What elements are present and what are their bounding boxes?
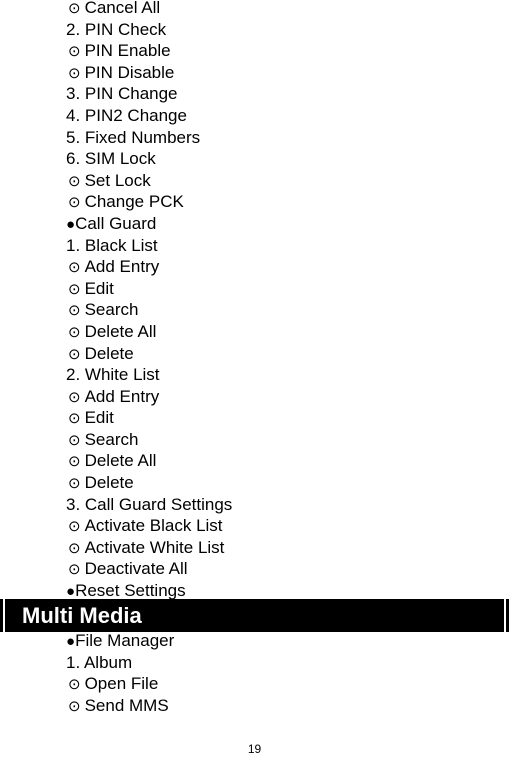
list-item-numbered: 1. Black List: [66, 235, 232, 257]
list-item-label: 2. White List: [66, 365, 160, 385]
circled-dot-icon: ⊙: [68, 431, 81, 449]
bullet-icon: ●: [66, 633, 76, 650]
circled-dot-icon: ⊙: [68, 518, 81, 536]
list-item-numbered: 3. PIN Change: [66, 83, 232, 105]
list-item-label: Edit: [84, 278, 114, 298]
circled-dot-icon: ⊙: [68, 475, 81, 493]
list-item-circle: ⊙ PIN Enable: [66, 40, 232, 62]
circled-dot-icon: ⊙: [68, 539, 81, 557]
list-item-label: Set Lock: [84, 170, 151, 190]
list-item-label: Delete: [84, 343, 134, 363]
list-item-label: Activate White List: [84, 537, 225, 557]
circled-dot-icon: ⊙: [68, 64, 81, 82]
list-item-circle: ⊙ Cancel All: [66, 0, 232, 19]
circled-dot-icon: ⊙: [68, 172, 81, 190]
page-number: 19: [247, 742, 262, 756]
list-item-label: Delete All: [84, 451, 157, 471]
list-item-label: Search: [84, 300, 139, 320]
list-item-numbered: 2. White List: [66, 364, 232, 386]
list-item-label: Search: [84, 429, 139, 449]
list-item-numbered: 5. Fixed Numbers: [66, 127, 232, 149]
list-item-label: Open File: [84, 674, 159, 694]
list-item-numbered: 4. PIN2 Change: [66, 105, 232, 127]
bullet-icon: ●: [66, 215, 76, 233]
menu-list-multimedia: ●File Manager 1. Album ⊙ Open File ⊙ Send MMS: [66, 630, 174, 716]
list-item-label: Delete: [84, 473, 134, 493]
list-item-label: PIN Enable: [84, 41, 171, 61]
list-item-label: Edit: [84, 408, 114, 428]
list-item-circle: ⊙ Activate White List: [66, 537, 232, 559]
list-item-circle: ⊙ Activate Black List: [66, 515, 232, 537]
list-item-circle: ⊙ Delete All: [66, 450, 232, 472]
list-item-label: Reset Settings: [75, 581, 186, 601]
list-item-label: PIN Disable: [84, 62, 175, 82]
list-item-circle: ⊙ Edit: [66, 278, 232, 300]
list-item-label: 4. PIN2 Change: [66, 105, 187, 125]
list-item-circle: ⊙ Change PCK: [66, 191, 232, 213]
list-item-circle: ⊙ Delete: [66, 343, 232, 365]
circled-dot-icon: ⊙: [68, 697, 81, 715]
list-item-label: 1. Album: [66, 652, 133, 672]
list-item-label: 3. Call Guard Settings: [66, 494, 233, 514]
circled-dot-icon: ⊙: [68, 388, 81, 406]
list-item-numbered: 3. Call Guard Settings: [66, 494, 232, 516]
list-item-label: File Manager: [75, 631, 175, 650]
circled-dot-icon: ⊙: [68, 410, 81, 428]
list-item-circle: ⊙ PIN Disable: [66, 62, 232, 84]
list-item-circle: ⊙ Open File: [66, 673, 174, 695]
section-title: Multi Media: [22, 603, 142, 628]
circled-dot-icon: ⊙: [68, 323, 81, 341]
circled-dot-icon: ⊙: [68, 280, 81, 298]
list-item-circle: ⊙ Set Lock: [66, 170, 232, 192]
list-item-circle: ⊙ Search: [66, 429, 232, 451]
list-item-label: Deactivate All: [84, 559, 188, 579]
circled-dot-icon: ⊙: [68, 561, 81, 579]
list-item-label: 1. Black List: [66, 235, 158, 255]
list-item-label: Activate Black List: [84, 516, 223, 536]
list-item-label: Change PCK: [84, 192, 184, 212]
list-item-circle: ⊙ Deactivate All: [66, 558, 232, 580]
circled-dot-icon: ⊙: [68, 194, 81, 212]
list-item-bullet: ●File Manager: [66, 630, 174, 652]
list-item-circle: ⊙ Edit: [66, 407, 232, 429]
list-item-circle: ⊙ Add Entry: [66, 386, 232, 408]
list-item-numbered: 1. Album: [66, 652, 174, 674]
section-bar-left-rule: [3, 599, 5, 632]
list-item-numbered: 6. SIM Lock: [66, 148, 232, 170]
list-item-bullet: ●Call Guard: [66, 213, 232, 235]
list-item-label: Call Guard: [75, 213, 157, 233]
list-item-circle: ⊙ Delete All: [66, 321, 232, 343]
menu-list-security: ⊙ Cancel All 2. PIN Check ⊙ PIN Enable ⊙ PIN D…: [66, 0, 232, 602]
list-item-circle: ⊙ Search: [66, 299, 232, 321]
list-item-label: Add Entry: [84, 386, 160, 406]
list-item-label: 5. Fixed Numbers: [66, 127, 201, 147]
circled-dot-icon: ⊙: [68, 453, 81, 471]
list-item-label: Cancel All: [84, 0, 161, 17]
circled-dot-icon: ⊙: [68, 43, 81, 61]
section-bar-right-rule: [504, 599, 506, 632]
list-item-circle: ⊙ Delete: [66, 472, 232, 494]
list-item-label: 2. PIN Check: [66, 19, 167, 39]
list-item-label: 6. SIM Lock: [66, 149, 156, 169]
list-item-label: Delete All: [84, 321, 157, 341]
circled-dot-icon: ⊙: [68, 302, 81, 320]
circled-dot-icon: ⊙: [68, 676, 81, 694]
list-item-label: Add Entry: [84, 257, 160, 277]
circled-dot-icon: ⊙: [68, 345, 81, 363]
list-item-circle: ⊙ Add Entry: [66, 256, 232, 278]
circled-dot-icon: ⊙: [68, 0, 81, 17]
list-item-label: Send MMS: [84, 695, 169, 715]
list-item-label: 3. PIN Change: [66, 84, 178, 104]
circled-dot-icon: ⊙: [68, 259, 81, 277]
list-item-numbered: 2. PIN Check: [66, 19, 232, 41]
list-item-circle: ⊙ Send MMS: [66, 695, 174, 717]
section-header-bar: Multi Media: [0, 599, 509, 632]
